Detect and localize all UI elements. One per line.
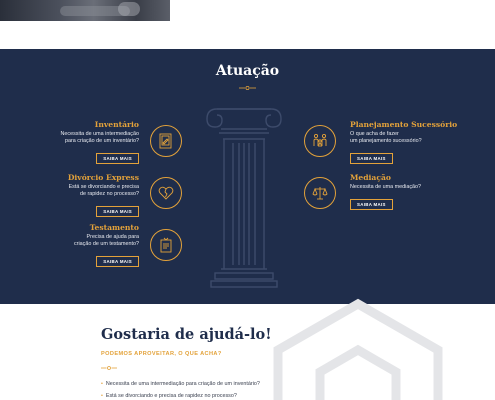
help-title: Gostaria de ajudá-lo! [101,326,272,343]
help-ornament-icon [101,366,117,370]
service-testamento-desc-2: criação de um testamento? [73,241,139,247]
mediacao-saiba-mais-button[interactable]: SAIBA MAIS [350,199,393,210]
service-planejamento-title: Planejamento Sucessório [350,120,458,129]
service-divorcio-desc-2: de rapidez no processo? [79,191,139,197]
logo-watermark-icon [273,298,443,400]
service-divorcio: Divórcio Express Está se divorciando e p… [40,173,139,217]
testamento-saiba-mais-button[interactable]: SAIBA MAIS [96,256,139,267]
mediacao-icon-circle [304,177,336,209]
planejamento-saiba-mais-button[interactable]: SAIBA MAIS [350,153,393,164]
divorcio-icon-circle [150,177,182,209]
family-icon [313,133,327,147]
bullet-icon: • [101,393,103,399]
help-subtitle: PODEMOS APROVEITAR, O QUE ACHA? [101,351,222,357]
atuacao-title: Atuação [215,63,280,79]
service-testamento: Testamento Precisa de ajuda para criação… [40,223,139,267]
service-inventario-title: Inventário [94,120,139,129]
service-testamento-desc-1: Precisa de ajuda para [86,234,139,240]
testamento-icon-circle [150,229,182,261]
bullet-icon: • [101,381,103,387]
hero-photo [0,0,170,21]
service-planejamento-desc-2: um planejamento sucessório? [350,138,422,144]
help-list-item-text: Está se divorciando e precisa de rapidez… [105,393,237,399]
divorcio-saiba-mais-button[interactable]: SAIBA MAIS [96,206,139,217]
atuacao-section: Atuação Inventário Necessita de uma inte… [0,49,495,304]
service-inventario: Inventário Necessita de uma intermediaçã… [40,120,139,164]
service-planejamento: Planejamento Sucessório O que acha de fa… [350,120,460,164]
help-list: • Necessita de uma intermediação para cri… [101,378,260,400]
help-list-item: • Está se divorciando e precisa de rapide… [101,390,260,400]
planejamento-icon-circle [304,125,336,157]
scales-icon [312,187,328,200]
service-mediacao: Mediação Necessita de uma mediação? SAIB… [350,173,460,210]
inventario-saiba-mais-button[interactable]: SAIBA MAIS [96,153,139,164]
document-signature-icon [159,133,172,149]
broken-heart-icon [158,186,174,200]
service-divorcio-title: Divórcio Express [67,173,139,182]
service-mediacao-title: Mediação [350,173,391,182]
will-document-icon [160,237,172,253]
service-inventario-desc-1: Necessita de uma intermediação [60,131,139,137]
inventario-icon-circle [150,125,182,157]
hero-photo-hand [118,2,140,16]
service-divorcio-desc-1: Está se divorciando e precisa [68,184,139,190]
service-planejamento-desc-1: O que acha de fazer [350,131,399,137]
service-testamento-title: Testamento [89,223,139,232]
help-list-item: • Necessita de uma intermediação para cri… [101,378,260,390]
ionic-column-icon [206,108,282,288]
service-mediacao-desc-1: Necessita de uma mediação? [350,184,422,190]
service-inventario-desc-2: para criação de um inventário? [64,138,139,144]
help-list-item-text: Necessita de uma intermediação para cria… [105,381,260,387]
title-ornament-icon [239,85,256,91]
